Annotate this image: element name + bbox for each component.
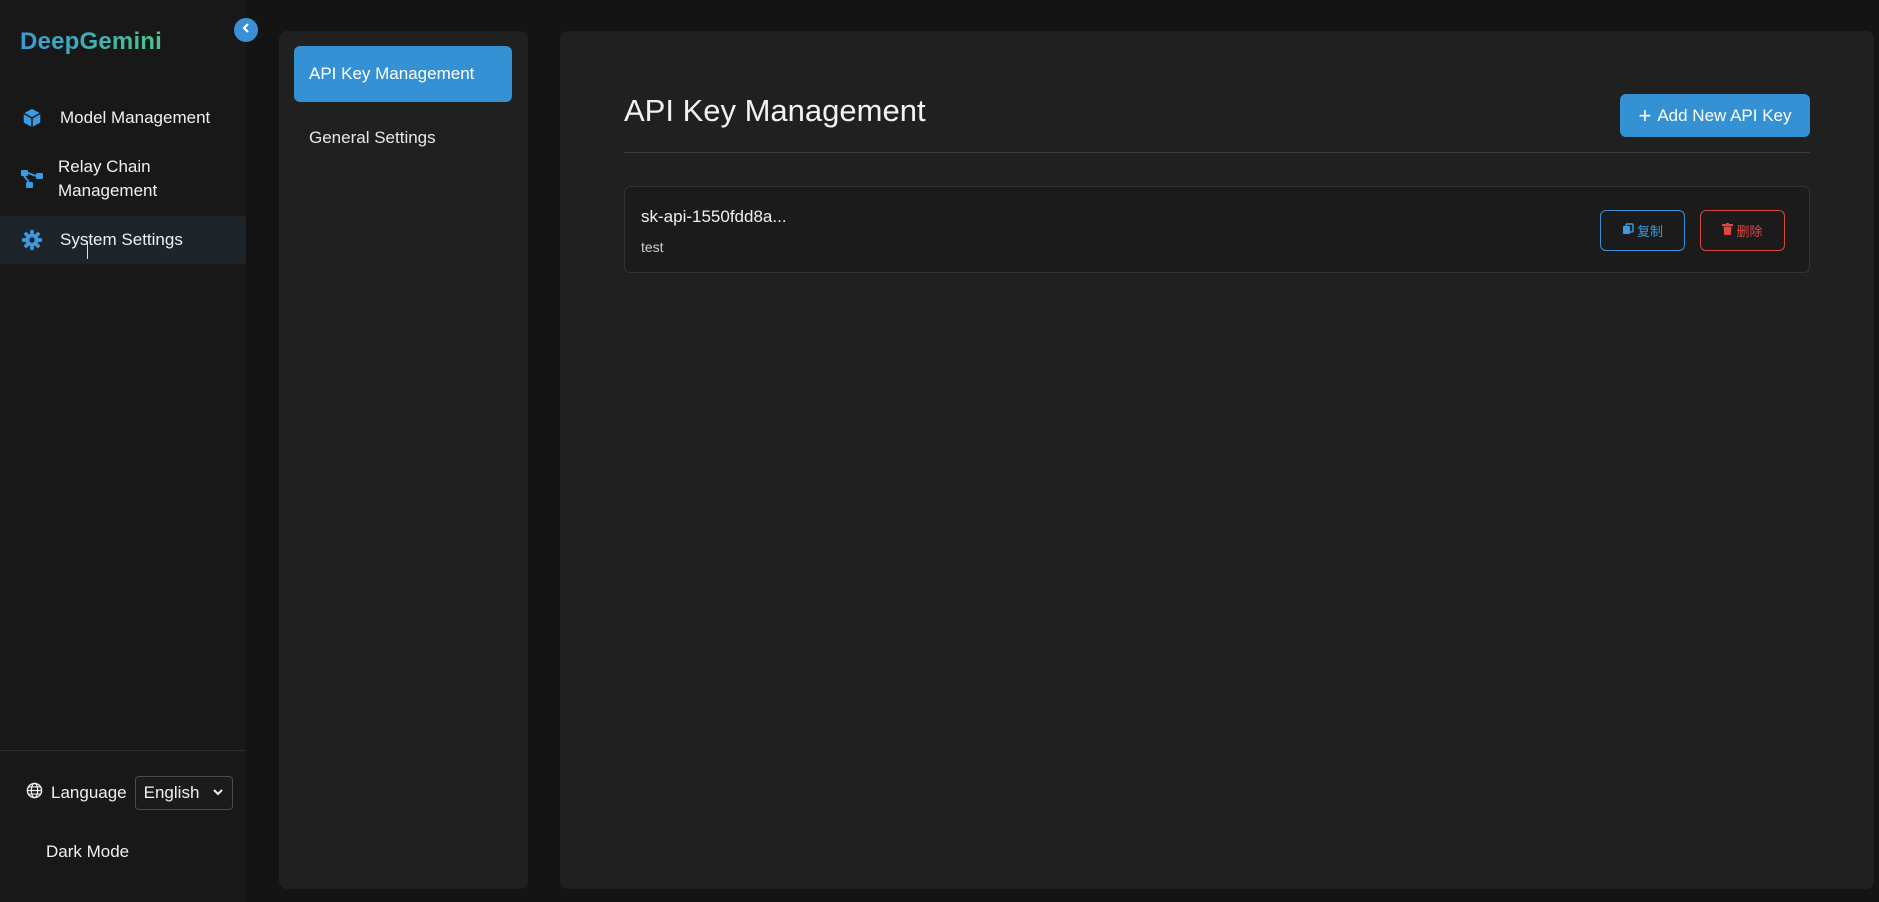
settings-submenu: API Key Management General Settings — [279, 31, 528, 889]
chevron-down-icon — [212, 783, 224, 803]
submenu-item-general-settings[interactable]: General Settings — [294, 110, 512, 166]
app-logo: DeepGemini — [20, 28, 163, 55]
sidebar-item-relay-chain-management[interactable]: Relay Chain Management — [0, 142, 246, 216]
sidebar-item-label: Relay Chain Management — [58, 157, 158, 200]
language-label: Language — [51, 783, 127, 802]
trash-icon — [1722, 223, 1734, 238]
api-key-description: test — [641, 239, 664, 255]
sidebar-item-model-management[interactable]: Model Management — [0, 94, 246, 142]
chevron-left-icon — [240, 21, 252, 39]
language-select[interactable]: English — [134, 776, 233, 810]
gear-icon — [20, 228, 44, 252]
sidebar-item-label: System Settings — [60, 230, 183, 249]
moon-icon — [26, 841, 40, 862]
copy-label: 复制 — [1636, 224, 1663, 239]
text-cursor — [87, 241, 88, 259]
api-key-card: sk-api-1550fdd8a... test 复制 删除 — [624, 186, 1810, 273]
main-panel: API Key Management + Add New API Key sk-… — [560, 31, 1874, 889]
language-row: Language English — [26, 776, 233, 810]
submenu-item-api-key-management[interactable]: API Key Management — [294, 46, 512, 102]
sidebar-divider — [0, 750, 246, 751]
sidebar-nav: Model Management Relay Chain Management — [0, 94, 246, 264]
page-title: API Key Management — [624, 93, 926, 128]
cube-icon — [20, 106, 44, 130]
copy-icon — [1622, 223, 1634, 238]
api-key-name: sk-api-1550fdd8a... — [641, 207, 787, 226]
sidebar-item-label: Model Management — [60, 108, 211, 127]
sidebar: DeepGemini Model Management Relay Chain … — [0, 0, 246, 902]
copy-button[interactable]: 复制 — [1600, 210, 1685, 251]
plus-icon: + — [1638, 102, 1652, 128]
relay-chain-icon — [20, 167, 44, 191]
dark-mode-toggle[interactable]: Dark Mode — [26, 841, 129, 862]
delete-button[interactable]: 删除 — [1700, 210, 1785, 251]
add-api-key-label: Add New API Key — [1657, 105, 1792, 125]
globe-icon — [26, 782, 43, 804]
language-value: English — [143, 783, 200, 802]
add-api-key-button[interactable]: + Add New API Key — [1620, 94, 1810, 137]
dark-mode-label: Dark Mode — [46, 841, 130, 861]
app-root: DeepGemini Model Management Relay Chain … — [0, 0, 1879, 902]
title-divider — [624, 152, 1810, 153]
sidebar-item-system-settings[interactable]: System Settings — [0, 216, 246, 264]
collapse-sidebar-button[interactable] — [234, 18, 258, 42]
delete-label: 删除 — [1736, 224, 1763, 239]
